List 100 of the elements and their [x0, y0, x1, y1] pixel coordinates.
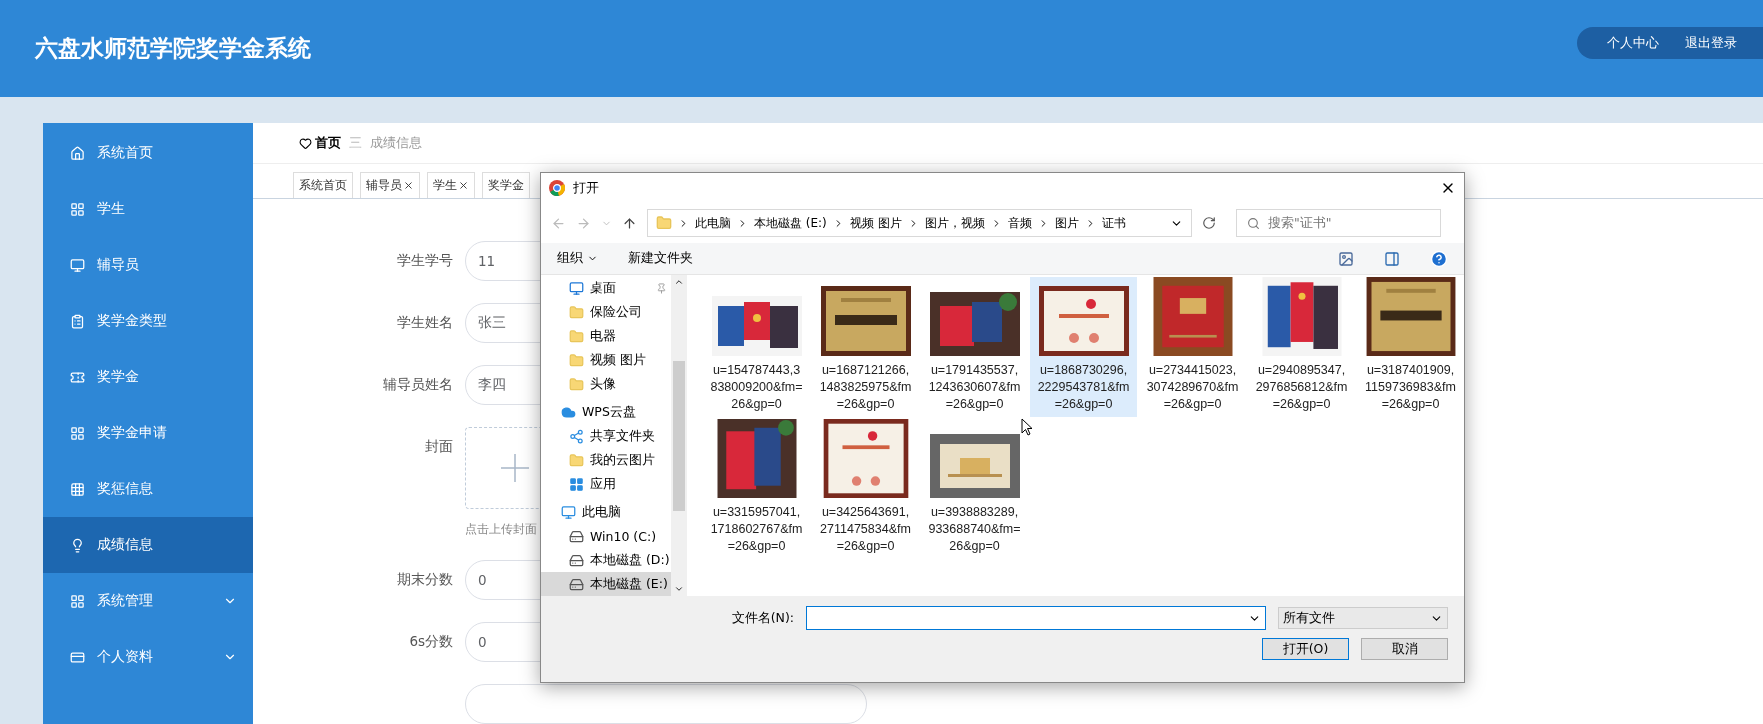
nav-item[interactable]: Win10 (C:): [541, 524, 672, 549]
nav-item[interactable]: 保险公司: [541, 300, 672, 325]
nav-item[interactable]: 电器: [541, 324, 672, 349]
breadcrumb-home[interactable]: 首页: [315, 134, 341, 152]
sidebar-item[interactable]: 个人资料: [43, 629, 253, 685]
sidebar-item[interactable]: 系统管理: [43, 573, 253, 629]
refresh-icon[interactable]: [1202, 216, 1216, 230]
file-name: u=3425643691,2711475834&fm=26&gp=0: [819, 504, 912, 555]
file-item[interactable]: u=2940895347,2976856812&fm=26&gp=0: [1248, 277, 1355, 417]
nav-item[interactable]: 本地磁盘 (E:): [541, 572, 672, 596]
cancel-button[interactable]: 取消: [1361, 638, 1448, 660]
desktop-icon: [569, 281, 584, 297]
sidebar-label: 奖惩信息: [97, 480, 154, 498]
file-name: u=2734415023,3074289670&fm=26&gp=0: [1145, 362, 1240, 413]
sidebar-item[interactable]: 成绩信息: [43, 517, 253, 573]
menu-icon: [70, 313, 85, 329]
nav-item[interactable]: 此电脑: [541, 500, 672, 525]
path-segment[interactable]: 证书: [1101, 214, 1126, 232]
filename-label: 文件名(N):: [731, 609, 794, 627]
share-icon: [569, 429, 584, 444]
file-item[interactable]: u=3187401909,1159736983&fm=26&gp=0: [1357, 277, 1464, 417]
path-segment[interactable]: 图片，视频: [924, 214, 985, 232]
sidebar-item[interactable]: 学生: [43, 181, 253, 237]
file-name: u=1791435537,1243630607&fm=26&gp=0: [927, 362, 1022, 413]
toolbar-button[interactable]: 新建文件夹: [628, 250, 693, 267]
nav-label: 本地磁盘 (E:): [590, 575, 668, 593]
folder-icon: [569, 305, 584, 321]
sidebar-item[interactable]: 奖惩信息: [43, 461, 253, 517]
file-item[interactable]: u=3425643691,2711475834&fm=26&gp=0: [812, 419, 919, 559]
sidebar-label: 奖学金: [97, 368, 140, 386]
file-item[interactable]: u=3938883289,933688740&fm=26&gp=0: [921, 419, 1028, 559]
filename-field[interactable]: [806, 606, 1266, 630]
page-tab[interactable]: 学生: [427, 172, 475, 198]
scrollbar[interactable]: [671, 275, 687, 596]
browser-logo-icon: [549, 180, 565, 196]
toolbar-button[interactable]: 组织: [557, 250, 598, 267]
sidebar-item[interactable]: 奖学金类型: [43, 293, 253, 349]
close-icon[interactable]: [458, 180, 469, 191]
file-item[interactable]: u=1791435537,1243630607&fm=26&gp=0: [921, 277, 1028, 417]
view-icon[interactable]: [1338, 250, 1354, 267]
file-item[interactable]: u=2734415023,3074289670&fm=26&gp=0: [1139, 277, 1246, 417]
sidebar-item[interactable]: 辅导员: [43, 237, 253, 293]
sidebar-label: 系统首页: [97, 144, 154, 162]
nav-item[interactable]: 共享文件夹: [541, 424, 672, 449]
path-segment[interactable]: 本地磁盘 (E:): [754, 214, 827, 232]
search-icon: [1247, 216, 1260, 230]
plus-icon: [501, 454, 529, 482]
page-tab[interactable]: 奖学金: [482, 172, 530, 198]
path-segment[interactable]: 视频 图片: [849, 214, 902, 232]
path-segment[interactable]: 图片: [1054, 214, 1079, 232]
sidebar-item[interactable]: 系统首页: [43, 125, 253, 181]
scroll-down-icon[interactable]: [674, 584, 685, 594]
up-icon[interactable]: [622, 215, 637, 231]
file-name: u=3315957041,1718602767&fm=26&gp=0: [709, 504, 804, 555]
header-link[interactable]: 退出登录: [1685, 33, 1737, 52]
file-type-select[interactable]: 所有文件: [1278, 607, 1448, 629]
open-button[interactable]: 打开(O): [1262, 638, 1349, 660]
page-tab[interactable]: 系统首页: [293, 172, 353, 198]
preview-pane-icon[interactable]: [1384, 250, 1400, 267]
sidebar-label: 系统管理: [97, 592, 154, 610]
file-item[interactable]: u=1687121266,1483825975&fm=26&gp=0: [812, 277, 919, 417]
nav-label: 视频 图片: [590, 352, 646, 370]
menu-icon: [70, 537, 85, 553]
scroll-up-icon[interactable]: [674, 277, 685, 287]
file-item[interactable]: u=1868730296,2229543781&fm=26&gp=0: [1030, 277, 1137, 417]
help-icon[interactable]: [1430, 249, 1448, 268]
close-icon[interactable]: [403, 180, 414, 191]
input-field[interactable]: [465, 684, 867, 724]
sidebar-item[interactable]: 奖学金申请: [43, 405, 253, 461]
nav-item[interactable]: 桌面: [541, 277, 672, 301]
menu-icon: [70, 425, 85, 441]
nav-item[interactable]: WPS云盘: [541, 400, 672, 425]
nav-item[interactable]: 视频 图片: [541, 348, 672, 373]
nav-item[interactable]: 我的云图片: [541, 448, 672, 473]
file-name: u=3187401909,1159736983&fm=26&gp=0: [1364, 362, 1457, 413]
nav-label: 保险公司: [590, 304, 642, 322]
nav-label: 我的云图片: [590, 451, 655, 469]
apps-icon: [569, 476, 584, 492]
dialog-title: 打开: [573, 179, 599, 197]
page-tab[interactable]: 辅导员: [360, 172, 420, 198]
header-link[interactable]: 个人中心: [1607, 33, 1659, 52]
nav-item[interactable]: 应用: [541, 472, 672, 497]
field-label: 辅导员姓名: [382, 375, 453, 394]
nav-label: 桌面: [590, 280, 616, 298]
path-segment[interactable]: 此电脑: [695, 214, 731, 232]
nav-item[interactable]: 本地磁盘 (D:): [541, 548, 672, 573]
file-item[interactable]: u=3315957041,1718602767&fm=26&gp=0: [703, 419, 810, 559]
nav-label: 本地磁盘 (D:): [590, 551, 670, 569]
menu-icon: [70, 593, 85, 609]
file-item[interactable]: u=154787443,3838009200&fm=26&gp=0: [703, 277, 810, 417]
sidebar-label: 个人资料: [97, 648, 154, 666]
sidebar-item[interactable]: 奖学金: [43, 349, 253, 405]
file-name: u=3938883289,933688740&fm=26&gp=0: [927, 504, 1022, 555]
nav-item[interactable]: 头像: [541, 372, 672, 397]
menu-icon: [70, 257, 85, 273]
search-field[interactable]: 搜索"证书": [1236, 209, 1441, 237]
sidebar-label: 奖学金类型: [97, 312, 168, 330]
folder-icon: [569, 329, 584, 345]
address-bar[interactable]: 此电脑 本地磁盘 (E:) 视频 图片 图片，视频 音频 图片 证书: [647, 209, 1192, 237]
path-segment[interactable]: 音频: [1007, 214, 1032, 232]
